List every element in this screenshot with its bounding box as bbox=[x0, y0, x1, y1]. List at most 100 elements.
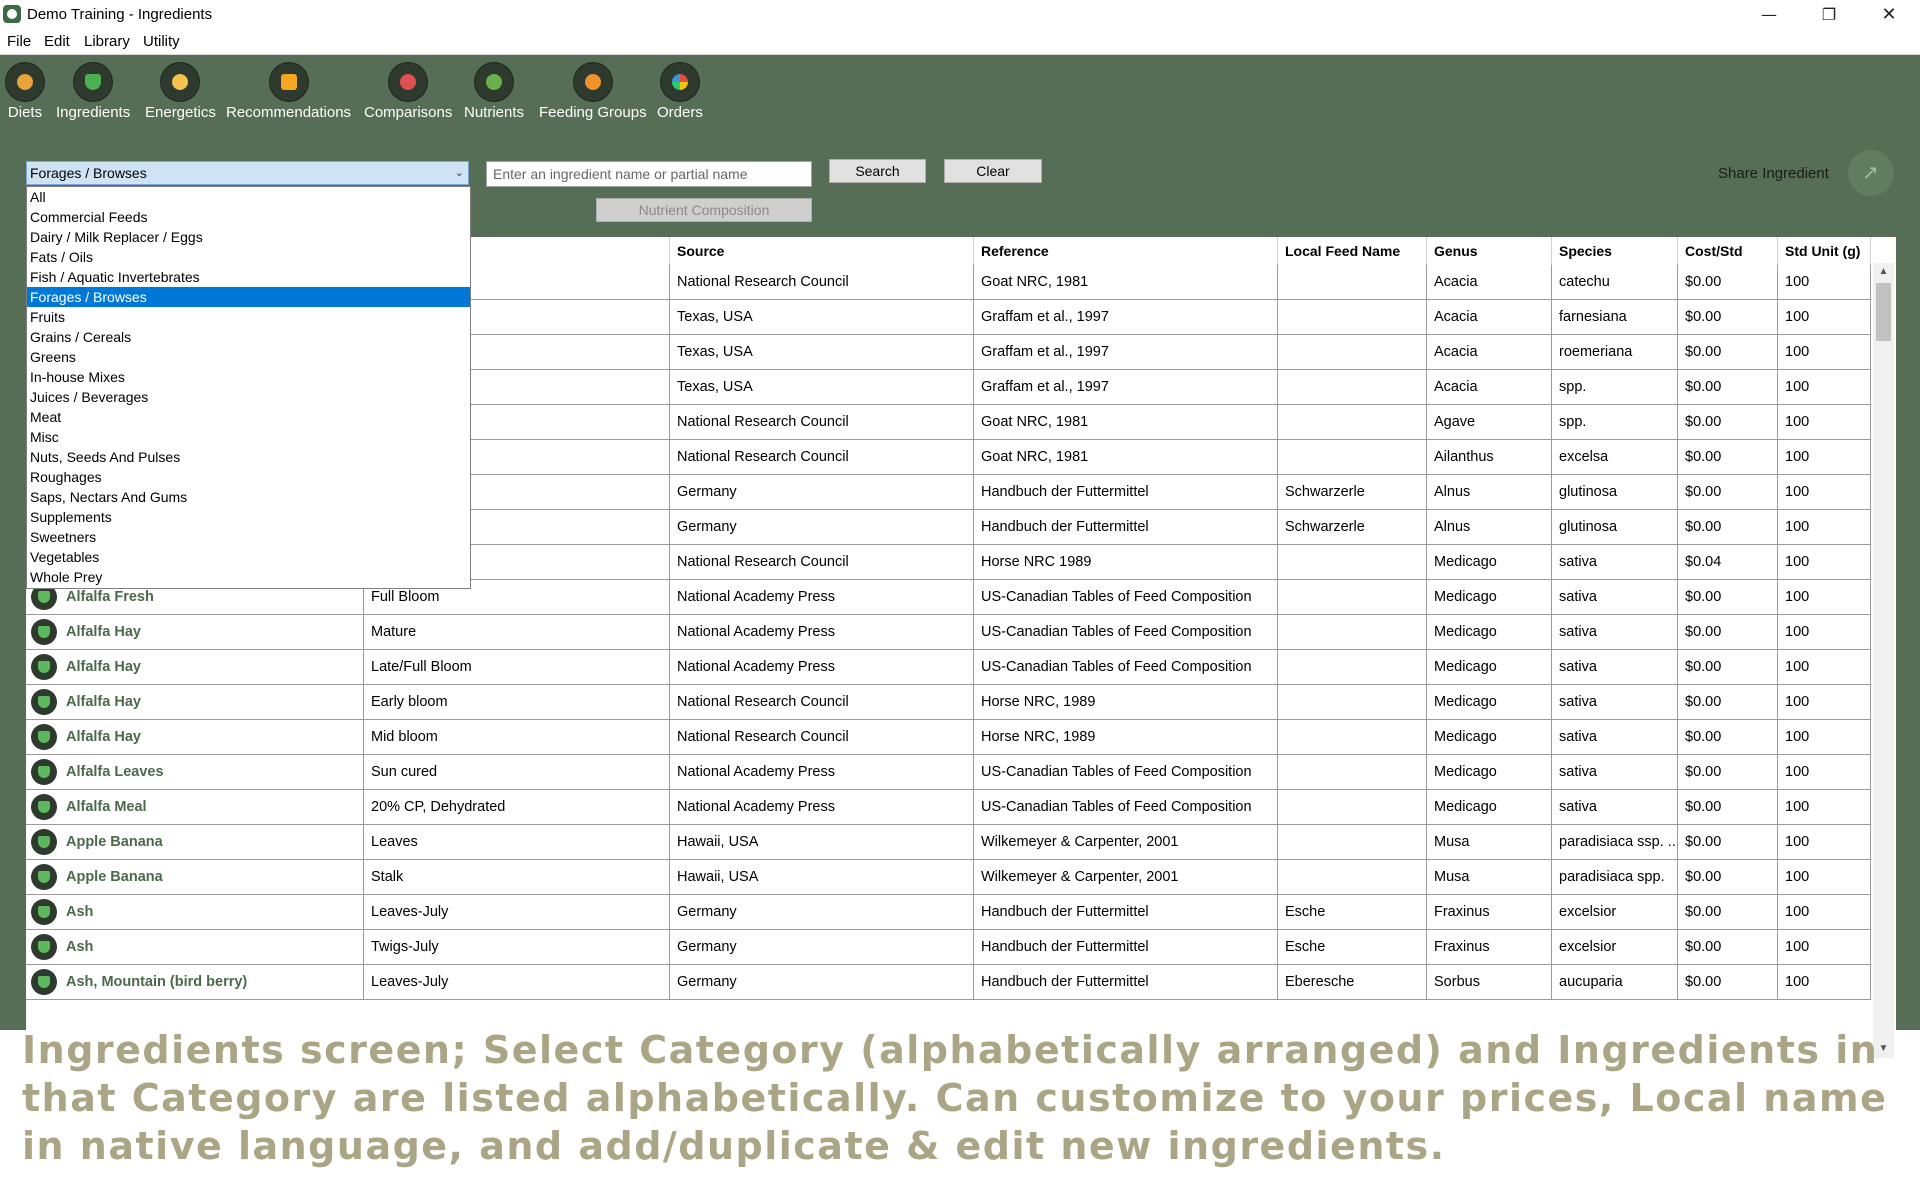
search-button[interactable]: Search bbox=[829, 159, 926, 183]
table-cell[interactable]: $0.00 bbox=[1678, 965, 1778, 999]
table-cell[interactable]: Medicago bbox=[1427, 685, 1552, 719]
table-cell[interactable]: sativa bbox=[1552, 650, 1678, 684]
table-cell[interactable]: Wilkemeyer & Carpenter, 2001 bbox=[974, 860, 1278, 894]
table-cell[interactable]: spp. bbox=[1552, 405, 1678, 439]
table-cell[interactable]: Medicago bbox=[1427, 720, 1552, 754]
toolbar-feeding-groups[interactable]: Feeding Groups bbox=[539, 63, 647, 121]
toolbar-recommendations[interactable]: Recommendations bbox=[226, 63, 351, 121]
vertical-scrollbar[interactable]: ▲ ▼ bbox=[1873, 263, 1894, 1058]
table-cell[interactable]: Acacia bbox=[1427, 370, 1552, 404]
table-cell[interactable]: National Research Council bbox=[670, 405, 974, 439]
toolbar-orders[interactable]: Orders bbox=[657, 63, 703, 121]
table-cell[interactable]: $0.00 bbox=[1678, 615, 1778, 649]
column-header[interactable]: Std Unit (g) bbox=[1778, 237, 1871, 265]
table-cell[interactable]: Medicago bbox=[1427, 580, 1552, 614]
minimize-button[interactable]: — bbox=[1746, 0, 1792, 30]
column-header[interactable]: Local Feed Name bbox=[1278, 237, 1427, 265]
table-cell[interactable] bbox=[1278, 265, 1427, 299]
category-option[interactable]: Roughages bbox=[27, 467, 470, 487]
clear-button[interactable]: Clear bbox=[944, 159, 1042, 183]
table-cell[interactable]: National Academy Press bbox=[670, 790, 974, 824]
table-cell[interactable]: Mature bbox=[364, 615, 670, 649]
table-row[interactable]: Ash Leaves-July Germany Handbuch der Futter… bbox=[26, 895, 1871, 930]
table-cell[interactable]: National Research Council bbox=[670, 440, 974, 474]
toolbar-energetics[interactable]: Energetics bbox=[145, 63, 216, 121]
table-cell[interactable]: roemeriana bbox=[1552, 335, 1678, 369]
table-cell[interactable]: Alnus bbox=[1427, 510, 1552, 544]
table-cell[interactable]: Texas, USA bbox=[670, 370, 974, 404]
table-cell[interactable] bbox=[1278, 580, 1427, 614]
table-cell[interactable]: Graffam et al., 1997 bbox=[974, 370, 1278, 404]
table-cell[interactable]: $0.00 bbox=[1678, 790, 1778, 824]
table-cell[interactable]: $0.00 bbox=[1678, 405, 1778, 439]
table-cell[interactable]: Eberesche bbox=[1278, 965, 1427, 999]
table-cell[interactable]: Musa bbox=[1427, 825, 1552, 859]
menu-utility[interactable]: Utility bbox=[143, 33, 180, 50]
table-cell[interactable]: Hawaii, USA bbox=[670, 825, 974, 859]
column-header[interactable]: Species bbox=[1552, 237, 1678, 265]
table-cell[interactable]: Ailanthus bbox=[1427, 440, 1552, 474]
category-option[interactable]: Meat bbox=[27, 407, 470, 427]
table-cell[interactable] bbox=[1278, 650, 1427, 684]
category-option[interactable]: Fats / Oils bbox=[27, 247, 470, 267]
table-cell[interactable]: Leaves bbox=[364, 825, 670, 859]
table-cell[interactable]: $0.00 bbox=[1678, 335, 1778, 369]
table-cell[interactable]: Leaves-July bbox=[364, 965, 670, 999]
table-cell[interactable]: 100 bbox=[1778, 615, 1871, 649]
table-row[interactable]: Alfalfa Meal 20% CP, Dehydrated National A… bbox=[26, 790, 1871, 825]
table-cell[interactable] bbox=[1278, 755, 1427, 789]
table-cell[interactable]: Goat NRC, 1981 bbox=[974, 265, 1278, 299]
ingredient-name-cell[interactable]: Alfalfa Hay bbox=[26, 720, 364, 754]
table-cell[interactable]: $0.00 bbox=[1678, 475, 1778, 509]
table-cell[interactable]: aucuparia bbox=[1552, 965, 1678, 999]
table-cell[interactable]: Mid bloom bbox=[364, 720, 670, 754]
category-option[interactable]: Fruits bbox=[27, 307, 470, 327]
table-cell[interactable]: $0.00 bbox=[1678, 895, 1778, 929]
table-cell[interactable]: Horse NRC, 1989 bbox=[974, 720, 1278, 754]
table-cell[interactable]: Leaves-July bbox=[364, 895, 670, 929]
table-cell[interactable]: 100 bbox=[1778, 930, 1871, 964]
column-header[interactable]: Cost/Std bbox=[1678, 237, 1778, 265]
toolbar-diets[interactable]: Diets bbox=[6, 63, 44, 121]
table-cell[interactable]: 100 bbox=[1778, 475, 1871, 509]
table-cell[interactable]: Musa bbox=[1427, 860, 1552, 894]
table-cell[interactable]: Germany bbox=[670, 510, 974, 544]
table-cell[interactable]: 100 bbox=[1778, 650, 1871, 684]
ingredient-name-cell[interactable]: Ash, Mountain (bird berry) bbox=[26, 965, 364, 999]
table-cell[interactable]: Germany bbox=[670, 965, 974, 999]
table-cell[interactable]: Hawaii, USA bbox=[670, 860, 974, 894]
category-option[interactable]: Saps, Nectars And Gums bbox=[27, 487, 470, 507]
table-cell[interactable]: catechu bbox=[1552, 265, 1678, 299]
ingredient-name-cell[interactable]: Alfalfa Leaves bbox=[26, 755, 364, 789]
table-cell[interactable]: excelsior bbox=[1552, 895, 1678, 929]
table-cell[interactable]: Medicago bbox=[1427, 650, 1552, 684]
table-cell[interactable] bbox=[1278, 405, 1427, 439]
table-cell[interactable]: Handbuch der Futtermittel bbox=[974, 930, 1278, 964]
table-cell[interactable]: sativa bbox=[1552, 685, 1678, 719]
table-cell[interactable]: $0.00 bbox=[1678, 755, 1778, 789]
table-cell[interactable]: Schwarzerle bbox=[1278, 475, 1427, 509]
table-cell[interactable] bbox=[1278, 545, 1427, 579]
maximize-button[interactable]: ❐ bbox=[1806, 0, 1852, 30]
table-cell[interactable]: Acacia bbox=[1427, 265, 1552, 299]
table-cell[interactable]: US-Canadian Tables of Feed Composition bbox=[974, 580, 1278, 614]
category-option[interactable]: Misc bbox=[27, 427, 470, 447]
column-header[interactable]: Reference bbox=[974, 237, 1278, 265]
table-cell[interactable]: sativa bbox=[1552, 790, 1678, 824]
close-button[interactable]: ✕ bbox=[1866, 0, 1912, 30]
table-row[interactable]: Ash, Mountain (bird berry) Leaves-July Ger… bbox=[26, 965, 1871, 1000]
ingredient-name-cell[interactable]: Apple Banana bbox=[26, 825, 364, 859]
table-cell[interactable]: sativa bbox=[1552, 720, 1678, 754]
table-cell[interactable]: 100 bbox=[1778, 685, 1871, 719]
table-cell[interactable]: 100 bbox=[1778, 825, 1871, 859]
table-cell[interactable]: Horse NRC, 1989 bbox=[974, 685, 1278, 719]
table-cell[interactable]: Schwarzerle bbox=[1278, 510, 1427, 544]
table-cell[interactable] bbox=[1278, 825, 1427, 859]
table-row[interactable]: Alfalfa Hay Late/Full Bloom National Acade… bbox=[26, 650, 1871, 685]
category-option[interactable]: Fish / Aquatic Invertebrates bbox=[27, 267, 470, 287]
table-cell[interactable]: sativa bbox=[1552, 580, 1678, 614]
table-cell[interactable]: sativa bbox=[1552, 545, 1678, 579]
share-icon[interactable] bbox=[1848, 150, 1894, 196]
table-cell[interactable]: National Research Council bbox=[670, 720, 974, 754]
ingredient-name-cell[interactable]: Alfalfa Hay bbox=[26, 650, 364, 684]
